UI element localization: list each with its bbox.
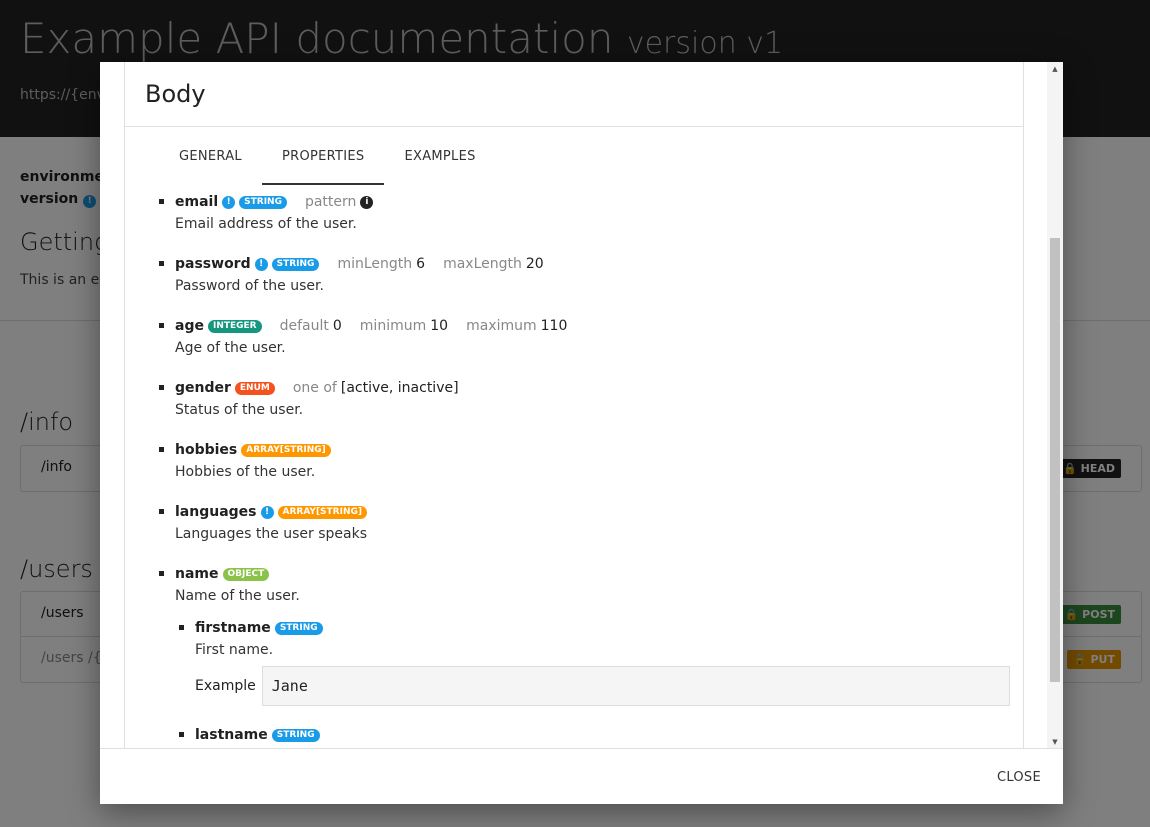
property-header: email! STRING pattern i [175, 191, 1023, 213]
close-button[interactable]: CLOSE [997, 770, 1041, 785]
constraint-key: minLength [337, 256, 413, 272]
scroll-up-icon[interactable]: ▲ [1047, 62, 1063, 73]
example-label: Example [195, 678, 256, 694]
required-icon: ! [254, 257, 268, 271]
property-name: lastname [195, 727, 268, 743]
property-description: Email address of the user. [175, 216, 357, 232]
constraint-key: default [279, 318, 329, 334]
property-description: Name of the user. [175, 588, 300, 604]
tab-general[interactable]: GENERAL [159, 127, 262, 185]
property-header: gender ENUM one of [active, inactive] [175, 377, 1023, 399]
body-dialog: Body GENERAL PROPERTIES EXAMPLES email! S… [100, 62, 1063, 804]
type-badge: STRING [274, 621, 323, 635]
property-header: age INTEGER default 0 minimum 10 maximum 110 [175, 315, 1023, 337]
property-header: name OBJECT [175, 563, 1023, 585]
property-description: Status of the user. [175, 402, 304, 418]
dialog-title: Body [125, 62, 1023, 127]
constraint-key: minimum [359, 318, 427, 334]
constraint-key: one of [292, 380, 337, 396]
type-badge: ARRAY[STRING] [277, 505, 367, 519]
property-item: password! STRING minLength 6 maxLength 20 Pass… [159, 253, 1023, 297]
property-name: hobbies [175, 442, 238, 458]
property-header: languages! ARRAY[STRING] [175, 501, 1023, 523]
property-header: lastname STRING [195, 724, 1023, 746]
type-badge: INTEGER [207, 319, 262, 333]
property-name: name [175, 566, 219, 582]
type-badge: OBJECT [222, 567, 270, 581]
property-description: Hobbies of the user. [175, 464, 316, 480]
property-item: firstname STRING First name. Example Jane [179, 617, 1023, 706]
property-name: firstname [195, 620, 271, 636]
example-row: Example Jane [195, 666, 1023, 706]
tab-examples[interactable]: EXAMPLES [384, 127, 495, 185]
property-item: age INTEGER default 0 minimum 10 maximum 110 Age… [159, 315, 1023, 359]
type-badge: STRING [271, 728, 320, 742]
constraint-key: maximum [466, 318, 537, 334]
dialog-content: Body GENERAL PROPERTIES EXAMPLES email! S… [124, 62, 1024, 748]
constraint-value: 20 [525, 256, 544, 272]
property-header: password! STRING minLength 6 maxLength 20 [175, 253, 1023, 275]
constraint-value: 6 [416, 256, 426, 272]
property-description: Age of the user. [175, 340, 286, 356]
property-item: lastnameSTRINGLast name.ExampleDoe [179, 724, 1023, 748]
property-item: name OBJECT Name of the user. firstname STRI… [159, 563, 1023, 748]
scroll-down-icon[interactable]: ▼ [1047, 738, 1063, 746]
required-icon: ! [222, 195, 236, 209]
property-header: firstname STRING [195, 617, 1023, 639]
type-badge: ARRAY[STRING] [241, 443, 331, 457]
type-badge: STRING [239, 195, 287, 209]
property-description: Languages the user speaks [175, 526, 368, 542]
constraint-value: 10 [430, 318, 449, 334]
property-description: Password of the user. [175, 278, 324, 294]
constraint-value: 110 [540, 318, 568, 334]
property-name: gender [175, 380, 231, 396]
info-icon[interactable]: i [360, 195, 374, 209]
tab-properties[interactable]: PROPERTIES [261, 127, 385, 185]
constraint-key: pattern [304, 194, 357, 210]
scrollbar-thumb[interactable] [1050, 238, 1060, 682]
property-list: email! STRING pattern i Email address of the… [125, 185, 1023, 748]
property-name: email [175, 194, 219, 210]
property-description: First name. [195, 642, 274, 658]
property-name: password [175, 256, 251, 272]
type-badge: ENUM [234, 381, 275, 395]
type-badge: STRING [271, 257, 320, 271]
required-icon: ! [260, 505, 274, 519]
scrollbar[interactable]: ▲ ▼ [1047, 62, 1063, 748]
property-header: hobbies ARRAY[STRING] [175, 439, 1023, 461]
tab-bar: GENERAL PROPERTIES EXAMPLES [125, 127, 1023, 185]
dialog-footer: CLOSE [100, 748, 1063, 804]
constraint-value: [active, inactive] [340, 380, 459, 396]
constraint-key: maxLength [443, 256, 522, 272]
property-item: hobbies ARRAY[STRING] Hobbies of the user. [159, 439, 1023, 483]
property-item: gender ENUM one of [active, inactive] Status… [159, 377, 1023, 421]
example-value[interactable]: Jane [261, 666, 1010, 706]
property-name: languages [175, 504, 257, 520]
property-item: languages! ARRAY[STRING] Languages the use… [159, 501, 1023, 545]
property-item: email! STRING pattern i Email address of the… [159, 191, 1023, 235]
constraint-value: 0 [332, 318, 342, 334]
property-name: age [175, 318, 204, 334]
